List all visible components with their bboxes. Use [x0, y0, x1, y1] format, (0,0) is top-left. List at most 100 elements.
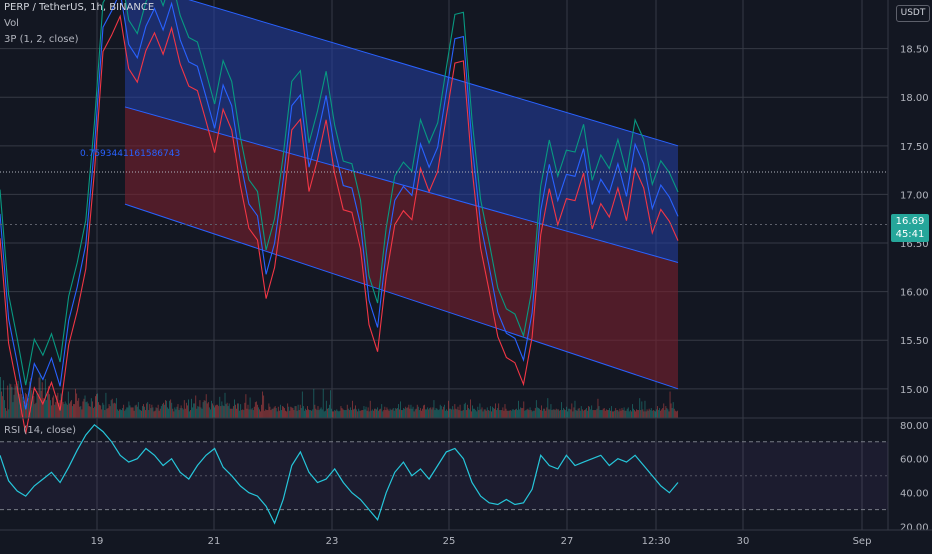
volume-bar: [344, 410, 346, 418]
volume-bar: [258, 407, 259, 418]
volume-bar: [253, 406, 255, 418]
volume-bar: [605, 409, 607, 418]
volume-bar: [319, 408, 321, 418]
volume-bar: [650, 408, 652, 418]
volume-bar: [572, 411, 574, 418]
volume-bar: [358, 408, 360, 418]
volume-bar: [282, 406, 283, 418]
volume-bar: [126, 407, 128, 418]
legend-indicator[interactable]: 3P (1, 2, close): [4, 34, 79, 45]
volume-bar: [538, 408, 539, 418]
volume-bar: [610, 410, 611, 418]
volume-bar: [559, 410, 561, 418]
legend-volume[interactable]: Vol: [4, 18, 19, 29]
currency-badge[interactable]: USDT: [896, 5, 930, 22]
volume-bar: [476, 411, 478, 418]
volume-bar: [496, 410, 498, 418]
trading-chart[interactable]: 15.00 15.50 16.00 16.50 17.00 17.50 18.00 18.50…: [0, 0, 932, 550]
volume-bar: [573, 407, 575, 418]
volume-bar: [591, 405, 593, 418]
volume-bar: [347, 408, 349, 418]
volume-bar: [540, 410, 541, 418]
volume-bar: [334, 410, 336, 418]
volume-bar: [451, 409, 453, 418]
legend-rsi[interactable]: RSI (14, close): [4, 425, 76, 436]
volume-bar: [404, 408, 406, 418]
volume-bar: [548, 409, 550, 418]
volume-bar: [581, 409, 583, 418]
volume-bar: [301, 391, 303, 418]
price-chart-svg[interactable]: 15.0015.5016.0016.5017.0017.5018.0018.50…: [0, 0, 932, 550]
volume-bar: [305, 408, 306, 418]
volume-bar: [423, 405, 424, 418]
volume-bar: [15, 386, 17, 418]
volume-bar: [103, 404, 105, 418]
volume-bar: [590, 409, 592, 418]
volume-bar: [380, 408, 382, 418]
volume-bar: [482, 411, 484, 418]
volume-bar: [17, 380, 19, 418]
volume-bar: [275, 408, 277, 418]
rsi-axis-label: 60.00: [900, 455, 929, 466]
volume-bar: [525, 410, 527, 418]
volume-bar: [662, 408, 664, 418]
volume-bar: [335, 410, 337, 418]
volume-bar: [221, 401, 223, 418]
volume-bar: [165, 400, 166, 418]
legend-symbol[interactable]: PERP / TetherUS, 1h, BINANCE: [4, 2, 154, 13]
volume-bar: [289, 410, 291, 418]
volume-bar: [434, 410, 436, 418]
volume-bar: [324, 410, 326, 418]
volume-bar: [107, 408, 109, 418]
volume-bar: [564, 409, 565, 418]
volume-bar: [488, 410, 490, 418]
volume-bar: [268, 403, 270, 418]
volume-bar: [171, 402, 173, 418]
volume-bar: [2, 396, 3, 418]
volume-bar: [527, 408, 529, 418]
volume-bar: [206, 403, 208, 418]
volume-bar: [66, 404, 68, 418]
volume-bar: [145, 410, 147, 418]
volume-bar: [664, 410, 666, 418]
volume-bar: [164, 404, 165, 418]
volume-bar: [544, 408, 546, 418]
volume-bar: [550, 404, 552, 418]
volume-bar: [320, 407, 322, 418]
volume-bar: [534, 408, 536, 418]
volume-bar: [566, 406, 568, 418]
volume-bar: [190, 410, 191, 418]
volume-bar: [14, 384, 16, 418]
volume-bar: [10, 384, 12, 418]
volume-bar: [414, 409, 416, 418]
volume-bar: [360, 410, 362, 418]
volume-bar: [78, 398, 80, 418]
volume-bar: [245, 394, 247, 418]
volume-bar: [53, 395, 55, 418]
volume-bar: [401, 410, 402, 418]
volume-bar: [478, 410, 480, 418]
volume-bar: [655, 411, 656, 418]
volume-bar: [353, 409, 354, 418]
volume-bar: [312, 409, 314, 418]
volume-bar: [192, 407, 194, 418]
volume-bar: [9, 383, 11, 418]
volume-bar: [511, 409, 513, 418]
volume-bar: [549, 409, 551, 418]
volume-bar: [483, 409, 485, 418]
volume-bar: [213, 405, 214, 418]
volume-bar: [371, 409, 373, 418]
volume-bar: [642, 409, 644, 418]
volume-bar: [1, 391, 2, 418]
volume-bar: [647, 410, 649, 418]
time-axis-label: 21: [208, 536, 221, 547]
volume-bar: [524, 410, 526, 418]
volume-bar: [55, 402, 57, 418]
volume-bar: [323, 411, 325, 418]
volume-bar: [152, 407, 154, 418]
volume-bar: [500, 410, 502, 418]
volume-bar: [234, 399, 235, 418]
volume-bar: [354, 408, 355, 418]
volume-bar: [297, 404, 299, 418]
volume-bar: [313, 388, 315, 418]
